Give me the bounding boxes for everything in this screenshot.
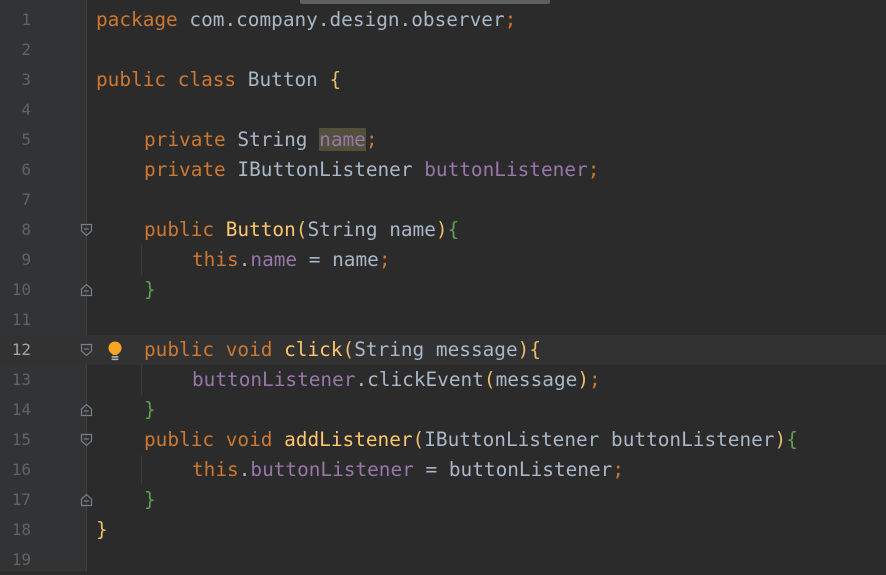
line-number[interactable]: 4 [0,95,31,125]
line-number[interactable]: 7 [0,185,31,215]
indent-guide [141,365,142,395]
code-line-6[interactable]: 6 private IButtonListener buttonListener… [0,155,886,185]
fold-start-icon[interactable] [80,223,93,237]
code-text[interactable]: } [144,275,156,305]
line-number[interactable]: 14 [0,395,31,425]
code-text[interactable]: } [96,515,108,545]
code-line-7[interactable]: 7 [0,185,886,215]
code-line-12-current[interactable]: 12 public void click(String message){ [0,335,886,365]
line-number[interactable]: 3 [0,65,31,95]
code-editor[interactable]: 1 package com.company.design.observer; 2… [0,5,886,575]
line-number[interactable]: 12 [0,335,31,365]
code-text[interactable]: public class Button { [96,65,341,95]
line-number[interactable]: 13 [0,365,31,395]
code-line-14[interactable]: 14 } [0,395,886,425]
code-line-13[interactable]: 13 buttonListener.clickEvent(message); [0,365,886,395]
code-line-8[interactable]: 8 public Button(String name){ [0,215,886,245]
code-line-5[interactable]: 5 private String name; [0,125,886,155]
lightbulb-icon[interactable] [106,341,124,361]
code-text[interactable]: private IButtonListener buttonListener; [144,155,599,185]
code-text[interactable]: package com.company.design.observer; [96,5,516,35]
code-text[interactable]: } [144,395,156,425]
code-line-16[interactable]: 16 this.buttonListener = buttonListener; [0,455,886,485]
code-line-4[interactable]: 4 [0,95,886,125]
indent-guide [141,245,142,275]
line-number[interactable]: 1 [0,5,31,35]
code-line-18[interactable]: 18 } [0,515,886,545]
highlighted-usage: name [319,128,366,151]
code-text[interactable]: public void addListener(IButtonListener … [144,425,798,455]
code-line-11[interactable]: 11 [0,305,886,335]
code-line-17[interactable]: 17 } [0,485,886,515]
code-text[interactable]: public void click(String message){ [144,335,541,365]
line-number[interactable]: 6 [0,155,31,185]
fold-start-icon[interactable] [80,433,93,447]
line-number[interactable]: 10 [0,275,31,305]
line-number[interactable]: 15 [0,425,31,455]
code-text[interactable]: this.name = name; [192,245,391,275]
line-number[interactable]: 16 [0,455,31,485]
code-line-2[interactable]: 2 [0,35,886,65]
horizontal-scrollbar-thumb[interactable] [300,0,550,4]
fold-end-icon[interactable] [80,283,93,297]
line-number[interactable]: 8 [0,215,31,245]
line-number[interactable]: 11 [0,305,31,335]
code-line-9[interactable]: 9 this.name = name; [0,245,886,275]
code-text[interactable]: } [144,485,156,515]
fold-end-icon[interactable] [80,493,93,507]
code-text[interactable]: buttonListener.clickEvent(message); [192,365,601,395]
code-line-3[interactable]: 3 public class Button { [0,65,886,95]
code-text[interactable]: public Button(String name){ [144,215,459,245]
indent-guide [141,455,142,485]
code-text[interactable]: private String name; [144,125,378,155]
fold-start-icon[interactable] [80,343,93,357]
line-number[interactable]: 5 [0,125,31,155]
code-text[interactable]: this.buttonListener = buttonListener; [192,455,624,485]
code-line-1[interactable]: 1 package com.company.design.observer; [0,5,886,35]
line-number[interactable]: 9 [0,245,31,275]
line-number[interactable]: 18 [0,515,31,545]
fold-end-icon[interactable] [80,403,93,417]
line-number[interactable]: 2 [0,35,31,65]
line-number[interactable]: 17 [0,485,31,515]
code-line-15[interactable]: 15 public void addListener(IButtonListen… [0,425,886,455]
code-line-10[interactable]: 10 } [0,275,886,305]
